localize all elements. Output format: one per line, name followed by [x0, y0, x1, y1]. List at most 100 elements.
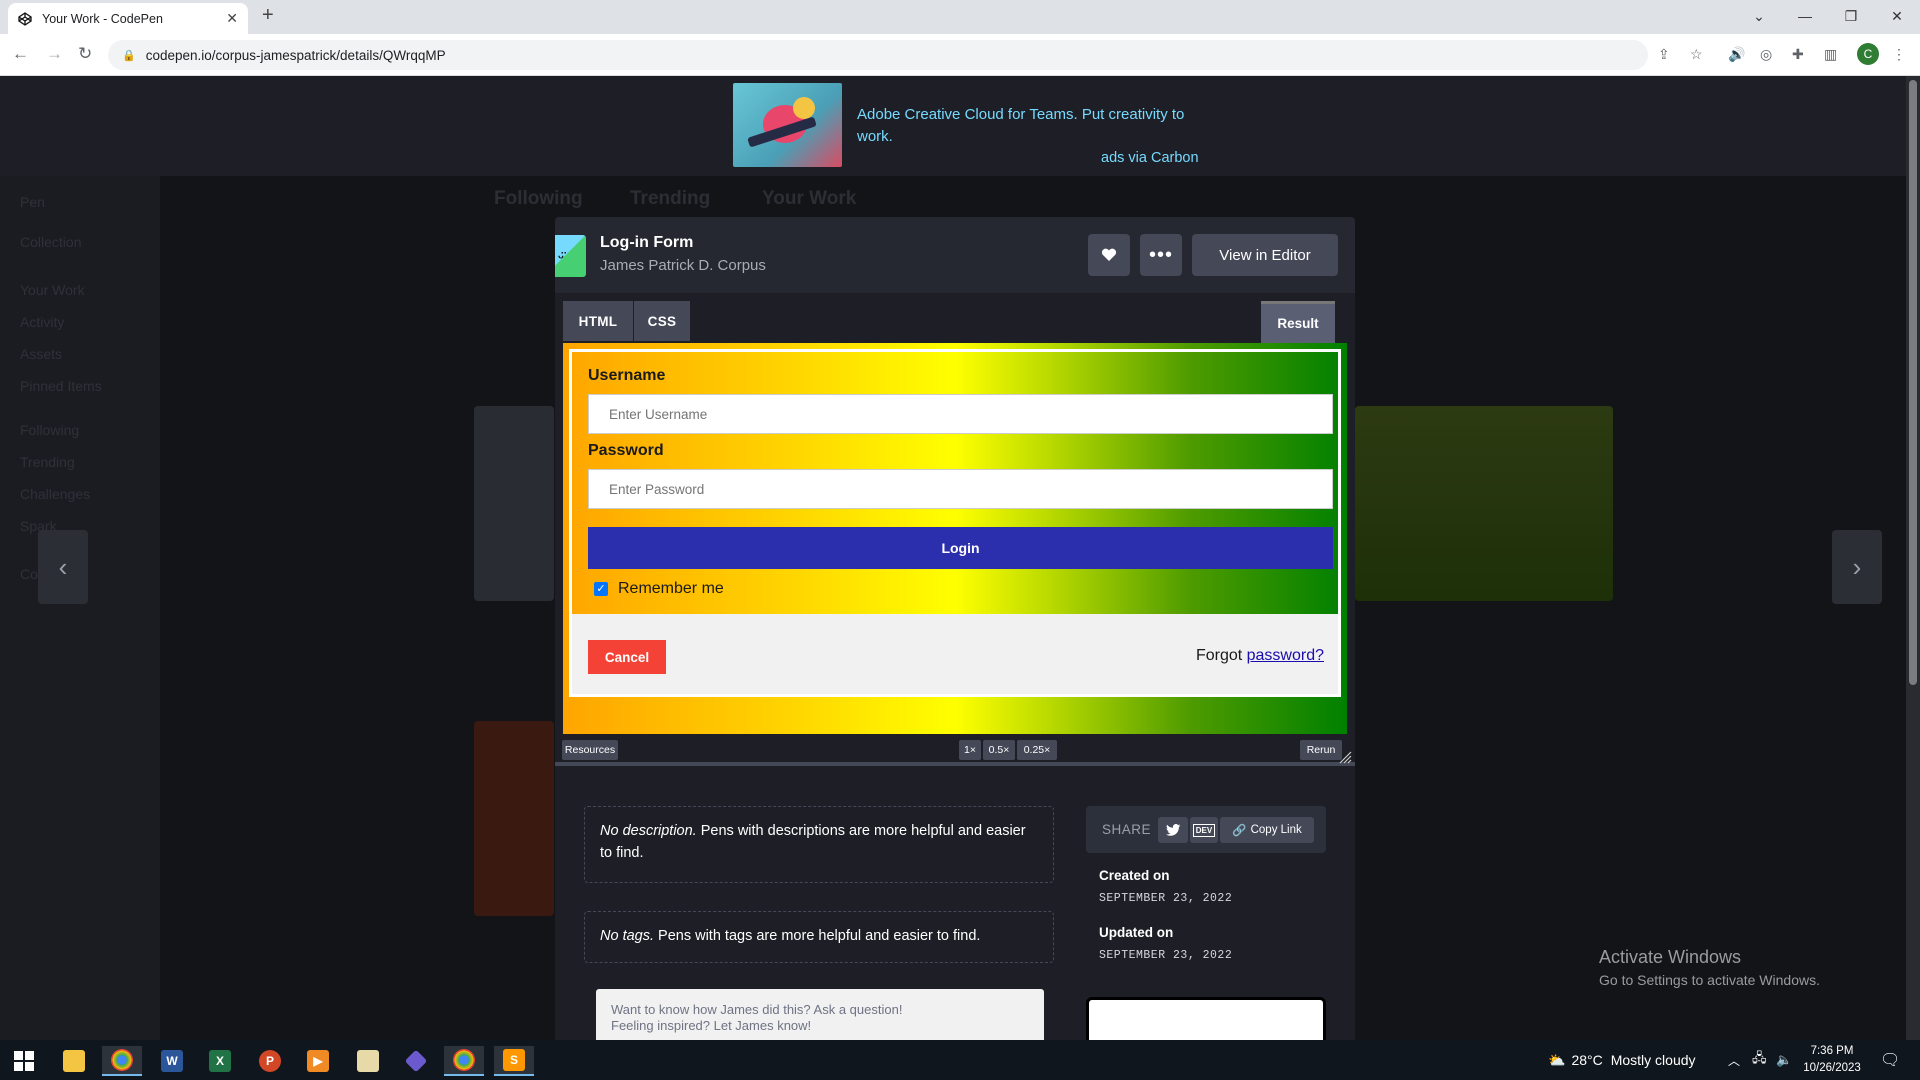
tab-close-icon[interactable]: ✕	[226, 10, 238, 27]
remember-me-checkbox[interactable]: ✓	[594, 582, 608, 596]
weather-widget[interactable]: ⛅ 28°C Mostly cloudy	[1548, 1040, 1696, 1080]
sidebar-item-assets[interactable]: Assets	[20, 346, 62, 362]
pen-title[interactable]: Log-in Form	[600, 234, 693, 252]
reload-icon[interactable]: ↻	[78, 44, 92, 64]
ellipsis-icon: •••	[1148, 243, 1173, 266]
excel-button[interactable]: X	[200, 1046, 240, 1076]
login-button[interactable]: Login	[588, 527, 1333, 569]
profile-avatar[interactable]: C	[1857, 43, 1879, 65]
sidebar-item-activity[interactable]: Activity	[20, 314, 64, 330]
ads-via-carbon-link[interactable]: ads via Carbon	[1101, 150, 1199, 166]
media-speaker-icon[interactable]: 🔊	[1728, 46, 1745, 63]
previous-pen-icon[interactable]: ‹	[38, 530, 88, 604]
no-description-label: No description.	[600, 823, 697, 839]
view-in-editor-button[interactable]: View in Editor	[1192, 234, 1338, 276]
zoom-quarter-button[interactable]: 0.25×	[1017, 740, 1057, 760]
sublime-button[interactable]: S	[494, 1046, 534, 1076]
chevron-up-icon[interactable]: ︿	[1728, 1040, 1740, 1080]
twitter-share-button[interactable]	[1158, 817, 1188, 843]
forgot-prefix: Forgot	[1195, 647, 1247, 664]
updated-label: Updated on	[1099, 925, 1174, 940]
network-icon[interactable]: 🖧	[1752, 1040, 1767, 1080]
share-page-icon[interactable]: ⇪	[1658, 46, 1670, 63]
extensions-puzzle-icon[interactable]: ✚	[1792, 46, 1804, 63]
heart-button[interactable]	[1088, 234, 1130, 276]
left-sidebar: Pen Collection Your Work Activity Assets…	[0, 176, 160, 1040]
created-label: Created on	[1099, 868, 1170, 883]
chrome-taskbar-button[interactable]	[102, 1046, 142, 1076]
background-pen-card[interactable]	[474, 721, 554, 916]
scrollbar-thumb[interactable]	[1909, 80, 1917, 685]
minimize-button[interactable]: —	[1782, 3, 1828, 29]
resources-button[interactable]: Resources	[562, 740, 618, 760]
sidebar-item-collection[interactable]: Collection	[20, 234, 81, 250]
new-tab-button[interactable]: +	[262, 4, 274, 27]
side-card	[1086, 997, 1326, 1040]
username-input[interactable]: Enter Username	[588, 394, 1333, 434]
sidebar-item-following[interactable]: Following	[20, 422, 79, 438]
address-bar[interactable]: 🔒 codepen.io/corpus-jamespatrick/details…	[108, 40, 1648, 70]
forward-icon[interactable]: →	[46, 44, 63, 64]
sidebar-item-pinned[interactable]: Pinned Items	[20, 378, 102, 394]
sidebar-item-challenges[interactable]: Challenges	[20, 486, 90, 502]
close-window-button[interactable]: ✕	[1874, 3, 1920, 29]
side-panel-icon[interactable]: ▥	[1824, 46, 1837, 63]
browser-tab[interactable]: Your Work - CodePen ✕	[8, 3, 248, 34]
extension-circle-icon[interactable]: ◎	[1760, 46, 1772, 63]
cancel-button[interactable]: Cancel	[588, 640, 666, 674]
restore-button[interactable]: ❐	[1828, 3, 1874, 29]
tab-css[interactable]: CSS	[634, 301, 690, 341]
tab-strip: Your Work - CodePen ✕ + ⌄ — ❐ ✕	[0, 0, 1920, 34]
pen-author[interactable]: James Patrick D. Corpus	[600, 257, 766, 274]
app-button[interactable]	[396, 1046, 436, 1076]
ad-text-link[interactable]: Adobe Creative Cloud for Teams. Put crea…	[857, 104, 1187, 148]
ad-image[interactable]	[733, 83, 842, 167]
zoom-half-button[interactable]: 0.5×	[983, 740, 1015, 760]
nav-tab-your-work[interactable]: Your Work	[762, 188, 856, 210]
sidebar-item-trending[interactable]: Trending	[20, 454, 75, 470]
media-player-button[interactable]: ▶	[298, 1046, 338, 1076]
no-tags-label: No tags.	[600, 928, 654, 944]
nav-tab-trending[interactable]: Trending	[630, 188, 710, 210]
nav-tab-following[interactable]: Following	[494, 188, 583, 210]
lock-icon: 🔒	[122, 49, 136, 62]
activate-windows-title: Activate Windows	[1599, 947, 1742, 967]
back-icon[interactable]: ←	[12, 44, 29, 64]
notifications-icon[interactable]: 🗨	[1880, 1040, 1900, 1080]
comment-input[interactable]: Want to know how James did this? Ask a q…	[596, 989, 1044, 1040]
word-button[interactable]: W	[152, 1046, 192, 1076]
sidebar-item-pen[interactable]: Pen	[20, 194, 45, 210]
zoom-1x-button[interactable]: 1×	[959, 740, 981, 760]
notepad-icon	[357, 1050, 379, 1072]
start-button[interactable]	[4, 1046, 44, 1076]
next-pen-icon[interactable]: ›	[1832, 530, 1882, 604]
heart-icon	[1101, 248, 1117, 261]
volume-icon[interactable]: 🔈	[1776, 1040, 1792, 1080]
background-pen-card[interactable]	[1355, 406, 1613, 601]
dev-share-button[interactable]: DEV	[1190, 817, 1218, 843]
chrome-profile-button[interactable]	[444, 1046, 484, 1076]
powerpoint-button[interactable]: P	[250, 1046, 290, 1076]
clock[interactable]: 7:36 PM 10/26/2023	[1800, 1043, 1864, 1077]
browser-menu-icon[interactable]: ⋮	[1892, 46, 1906, 63]
forgot-password-link[interactable]: password?	[1247, 647, 1324, 664]
rerun-button[interactable]: Rerun	[1300, 740, 1342, 760]
tab-result[interactable]: Result	[1261, 301, 1335, 343]
resize-handle-icon[interactable]	[1338, 750, 1352, 764]
more-options-button[interactable]: •••	[1140, 234, 1182, 276]
windows-taskbar: W X P ▶ S ⛅ 28°C Mostly cloudy ︿ 🖧 🔈 7:3…	[0, 1040, 1920, 1080]
tab-search-icon[interactable]: ⌄	[1736, 3, 1782, 29]
copy-link-button[interactable]: 🔗 Copy Link	[1220, 817, 1314, 843]
sidebar-item-your-work[interactable]: Your Work	[20, 282, 85, 298]
password-input[interactable]: Enter Password	[588, 469, 1333, 509]
created-date: SEPTEMBER 23, 2022	[1099, 892, 1233, 905]
background-pen-card[interactable]	[474, 406, 554, 601]
file-explorer-button[interactable]	[54, 1046, 94, 1076]
weather-desc: Mostly cloudy	[1610, 1052, 1696, 1068]
clock-time: 7:36 PM	[1810, 1045, 1854, 1057]
password-label: Password	[588, 442, 664, 459]
tab-html[interactable]: HTML	[563, 301, 633, 341]
notepad-button[interactable]	[348, 1046, 388, 1076]
bookmark-star-icon[interactable]: ☆	[1690, 46, 1703, 63]
pen-avatar[interactable]: ᵕ̈	[555, 235, 586, 277]
